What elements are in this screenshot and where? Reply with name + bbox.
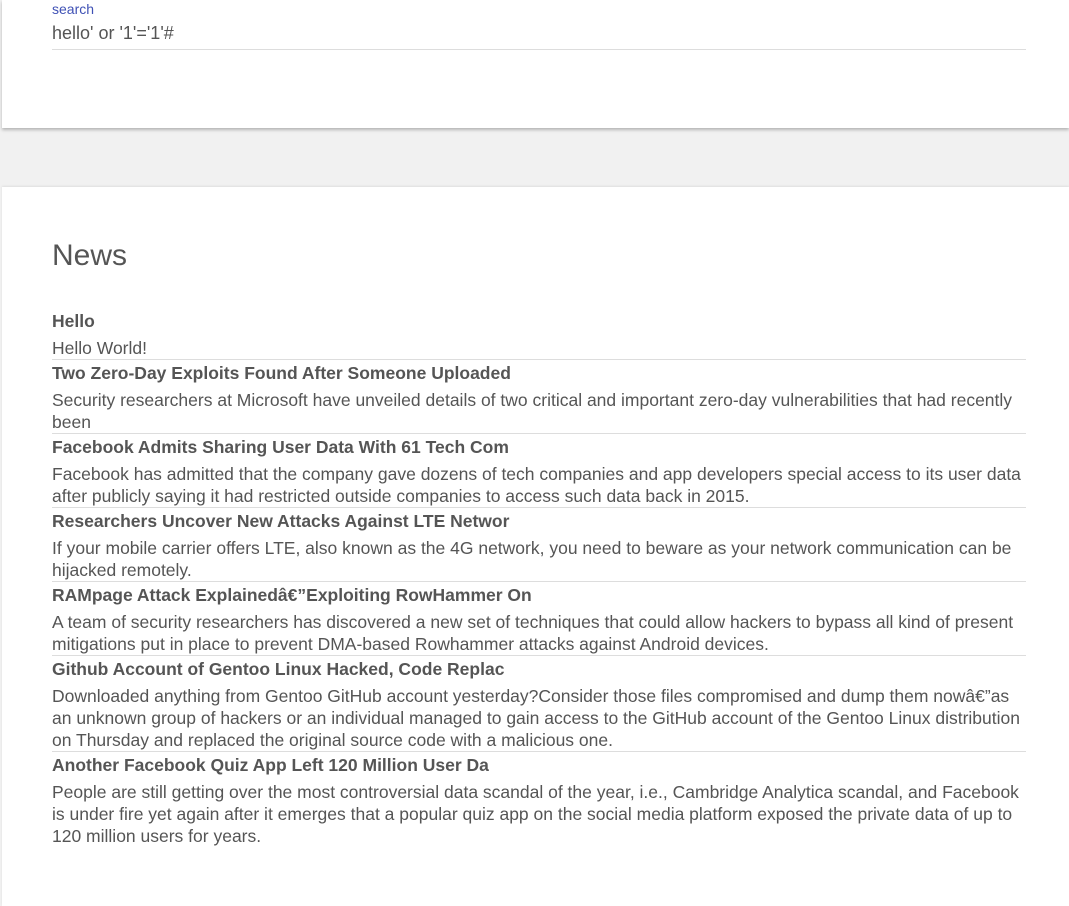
news-item-title: RAMpage Attack Explainedâ€”Exploiting Ro…	[52, 585, 532, 605]
news-item-title: Hello	[52, 311, 95, 331]
news-item: Researchers Uncover New Attacks Against …	[52, 508, 1026, 582]
news-item: RAMpage Attack Explainedâ€”Exploiting Ro…	[52, 582, 1026, 656]
search-input[interactable]	[52, 20, 1026, 50]
news-item: Facebook Admits Sharing User Data With 6…	[52, 434, 1026, 508]
news-heading: News	[52, 239, 128, 272]
news-item: Github Account of Gentoo Linux Hacked, C…	[52, 656, 1026, 752]
news-item-body: Hello World!	[52, 338, 147, 358]
news-item-title: Github Account of Gentoo Linux Hacked, C…	[52, 659, 505, 679]
news-item: Two Zero-Day Exploits Found After Someon…	[52, 360, 1026, 434]
news-item-body: Security researchers at Microsoft have u…	[52, 390, 1013, 432]
news-item-title: Two Zero-Day Exploits Found After Someon…	[52, 363, 511, 383]
news-item-title: Researchers Uncover New Attacks Against …	[52, 511, 510, 531]
news-list: Hello Hello World! Two Zero-Day Exploits…	[52, 308, 1026, 847]
news-item-body: A team of security researchers has disco…	[52, 612, 1014, 654]
news-item: Another Facebook Quiz App Left 120 Milli…	[52, 752, 1026, 847]
news-item-body: People are still getting over the most c…	[52, 782, 1019, 846]
search-label: search	[52, 1, 95, 17]
search-card: search	[2, 0, 1069, 128]
news-card: News Hello Hello World! Two Zero-Day Exp…	[2, 187, 1069, 906]
news-item-title: Another Facebook Quiz App Left 120 Milli…	[52, 755, 489, 775]
news-item-body: Facebook has admitted that the company g…	[52, 464, 1021, 506]
news-item-body: If your mobile carrier offers LTE, also …	[52, 538, 1012, 580]
news-item: Hello Hello World!	[52, 308, 1026, 360]
news-item-title: Facebook Admits Sharing User Data With 6…	[52, 437, 509, 457]
news-item-body: Downloaded anything from Gentoo GitHub a…	[52, 686, 1020, 750]
